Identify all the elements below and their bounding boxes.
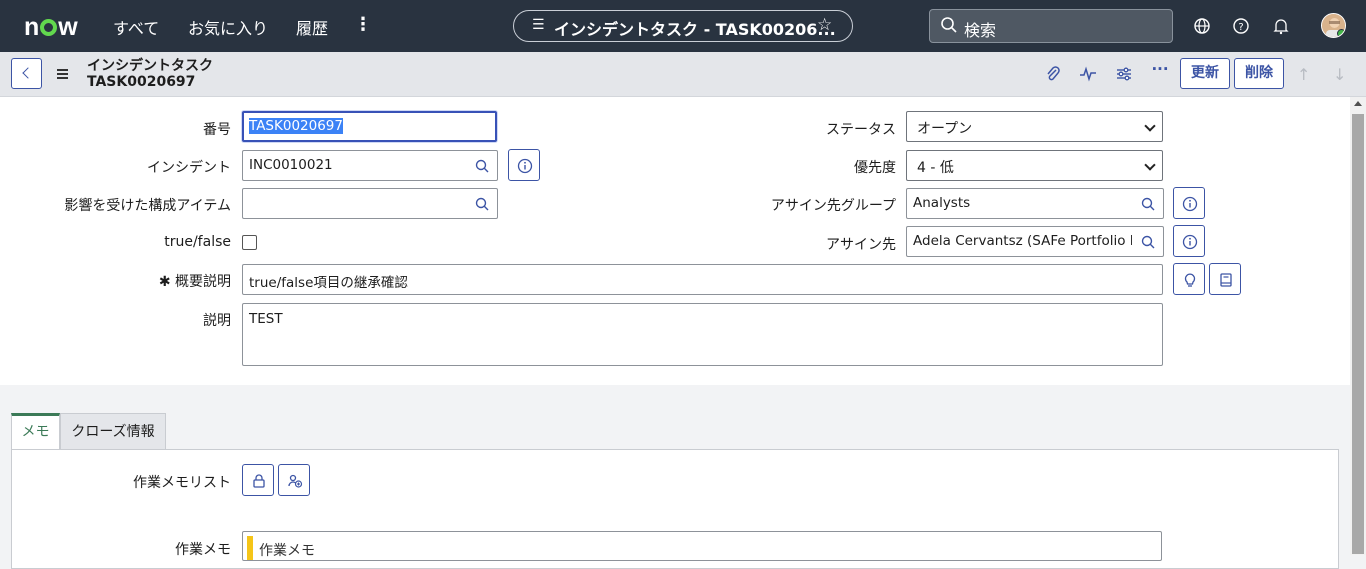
book-icon [1220, 273, 1232, 287]
assignment-group-input[interactable]: Analysts [906, 188, 1133, 219]
required-mark: ✱ [158, 274, 171, 290]
scroll-up-arrow-icon[interactable] [1354, 101, 1362, 106]
search-placeholder: 検索 [964, 21, 997, 40]
scrollbar-thumb[interactable] [1352, 114, 1364, 554]
short-description-label: ✱ 概要説明 [159, 271, 231, 291]
number-input[interactable]: TASK0020697 [242, 111, 497, 142]
search-icon [1141, 197, 1155, 211]
tab-notes[interactable]: メモ [11, 413, 60, 451]
number-label: 番号 [203, 122, 231, 138]
priority-label: 優先度 [854, 160, 896, 176]
delete-button[interactable]: 削除 [1234, 58, 1284, 89]
activity-icon[interactable] [1078, 64, 1098, 84]
work-notes-lock-button[interactable] [242, 464, 274, 496]
status-value: オープン [917, 121, 973, 137]
top-navigation-bar: nw すべて お気に入り 履歴 ⋮ ☰ インシデントタスク - TASK0020… [0, 0, 1366, 52]
incident-preview-button[interactable] [508, 149, 540, 181]
search-icon [1141, 235, 1155, 249]
chevron-down-icon [1144, 120, 1156, 132]
search-icon [941, 17, 957, 33]
info-icon [1182, 234, 1198, 250]
previous-record-icon[interactable]: ↑ [1297, 65, 1310, 84]
info-icon [517, 158, 533, 174]
ci-lookup-button[interactable] [466, 188, 498, 219]
lightbulb-icon [1184, 273, 1196, 287]
work-notes-label: 作業メモ [175, 542, 231, 558]
form-header-bar: インシデントタスク TASK0020697 ··· 更新 削除 ↑ ↓ [0, 52, 1366, 97]
truefalse-checkbox[interactable] [242, 235, 257, 250]
assigned-to-lookup-button[interactable] [1132, 226, 1164, 257]
form-title-block: インシデントタスク TASK0020697 [87, 58, 213, 90]
knowledge-search-button[interactable] [1209, 263, 1241, 295]
status-select[interactable]: オープン [906, 111, 1163, 142]
assigned-to-preview-button[interactable] [1173, 225, 1205, 257]
notification-bell-icon[interactable] [1272, 17, 1290, 35]
global-search-input[interactable]: 検索 [929, 9, 1173, 43]
assignment-group-preview-button[interactable] [1173, 187, 1205, 219]
incident-label: インシデント [147, 160, 231, 176]
truefalse-label: true/false [164, 234, 231, 250]
star-favorite-icon[interactable]: ☆ [817, 15, 832, 35]
chevron-down-icon [1144, 159, 1156, 171]
nav-history[interactable]: 履歴 [296, 15, 328, 39]
lock-icon [253, 474, 265, 488]
add-me-to-list-button[interactable] [278, 464, 310, 496]
list-icon: ☰ [532, 17, 545, 33]
ci-label: 影響を受けた構成アイテム [64, 198, 231, 214]
search-icon [475, 159, 489, 173]
suggestion-button[interactable] [1173, 263, 1205, 295]
short-description-input[interactable]: true/false項目の継承確認 [242, 264, 1163, 295]
number-value: TASK0020697 [249, 118, 343, 134]
short-description-label-text: 概要説明 [175, 274, 231, 290]
nav-favorites[interactable]: お気に入り [188, 15, 268, 39]
priority-select[interactable]: 4 - 低 [906, 150, 1163, 181]
work-notes-input[interactable]: 作業メモ [242, 531, 1162, 561]
online-status-indicator [1337, 29, 1345, 37]
back-button[interactable] [11, 58, 42, 89]
work-notes-list-label: 作業メモリスト [133, 475, 231, 491]
user-avatar[interactable] [1321, 13, 1346, 38]
help-icon[interactable]: ? [1232, 17, 1250, 35]
svg-text:?: ? [1238, 22, 1243, 33]
form-context-menu-icon[interactable] [57, 69, 68, 81]
status-label: ステータス [826, 122, 896, 138]
assigned-to-input[interactable]: Adela Cervantsz (SAFe Portfolio M [906, 226, 1133, 257]
assignment-group-label: アサイン先グループ [770, 198, 896, 214]
record-title: インシデントタスク - TASK00206... [554, 20, 836, 39]
form-record-number: TASK0020697 [87, 74, 196, 90]
add-user-icon [288, 474, 303, 488]
search-icon [475, 197, 489, 211]
vertical-scrollbar[interactable] [1350, 97, 1366, 555]
servicenow-logo[interactable]: nw [24, 13, 78, 42]
incident-lookup-button[interactable] [466, 150, 498, 181]
personalize-form-icon[interactable] [1114, 64, 1134, 84]
next-record-icon[interactable]: ↓ [1333, 65, 1346, 84]
assigned-to-label: アサイン先 [826, 237, 896, 253]
info-icon [1182, 196, 1198, 212]
record-title-pill[interactable]: ☰ インシデントタスク - TASK00206... ☆ [513, 10, 853, 42]
description-label: 説明 [203, 313, 231, 329]
update-button[interactable]: 更新 [1180, 58, 1230, 89]
description-textarea[interactable]: TEST [242, 303, 1163, 366]
work-notes-placeholder: 作業メモ [259, 543, 315, 559]
more-menu-icon[interactable]: ⋮ [354, 14, 372, 35]
globe-icon[interactable] [1193, 17, 1211, 35]
nav-all[interactable]: すべて [113, 15, 159, 39]
work-notes-indicator [247, 536, 253, 560]
attachment-icon[interactable] [1043, 64, 1063, 84]
more-options-icon[interactable]: ··· [1150, 60, 1170, 80]
incident-input[interactable]: INC0010021 [242, 150, 467, 181]
ci-input[interactable] [242, 188, 467, 219]
form-title: インシデントタスク [87, 58, 213, 74]
priority-value: 4 - 低 [917, 160, 954, 176]
tab-closure-info[interactable]: クローズ情報 [60, 413, 166, 450]
assignment-group-lookup-button[interactable] [1132, 188, 1164, 219]
